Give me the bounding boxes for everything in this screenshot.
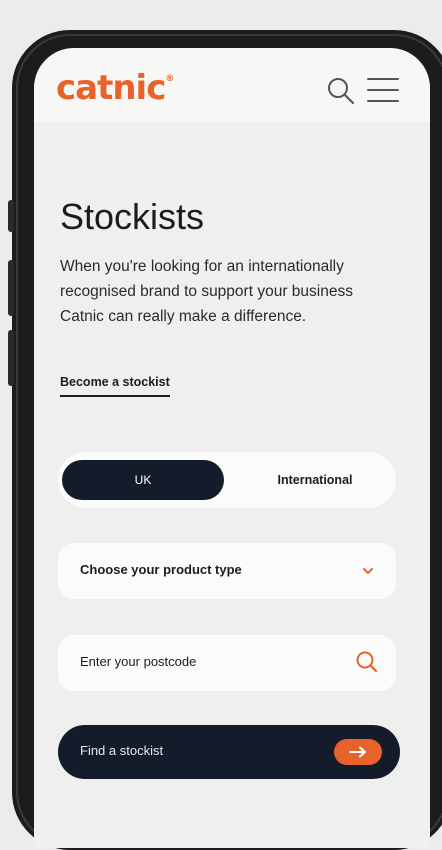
region-toggle: UK International <box>58 452 396 508</box>
search-icon[interactable] <box>354 649 380 675</box>
phone-side-button <box>8 330 14 386</box>
postcode-input[interactable]: Enter your postcode <box>58 635 396 691</box>
region-option-international[interactable]: International <box>240 460 390 500</box>
search-icon[interactable] <box>326 76 356 106</box>
logo-text: catnic <box>56 68 166 108</box>
catnic-logo[interactable]: catnic® <box>56 68 174 108</box>
product-type-select[interactable]: Choose your product type <box>58 543 396 599</box>
page-description: When you're looking for an international… <box>60 258 353 325</box>
product-type-label: Choose your product type <box>80 562 242 577</box>
site-header: catnic® <box>34 48 430 122</box>
logo-mark: ® <box>165 73 174 84</box>
hamburger-menu-icon[interactable] <box>367 78 399 104</box>
chevron-down-icon <box>363 568 373 574</box>
phone-screen: catnic® Stockists When you're looking fo… <box>34 48 430 848</box>
become-stockist-link[interactable]: Become a stockist <box>60 375 170 397</box>
page-title: Stockists <box>60 196 205 237</box>
postcode-placeholder: Enter your postcode <box>80 654 197 669</box>
phone-side-button <box>8 260 14 316</box>
phone-side-button <box>8 200 14 232</box>
find-stockist-label: Find a stockist <box>80 743 164 758</box>
find-stockist-button[interactable]: Find a stockist <box>58 725 400 779</box>
region-option-uk[interactable]: UK <box>62 460 224 500</box>
arrow-right-icon <box>334 739 382 765</box>
